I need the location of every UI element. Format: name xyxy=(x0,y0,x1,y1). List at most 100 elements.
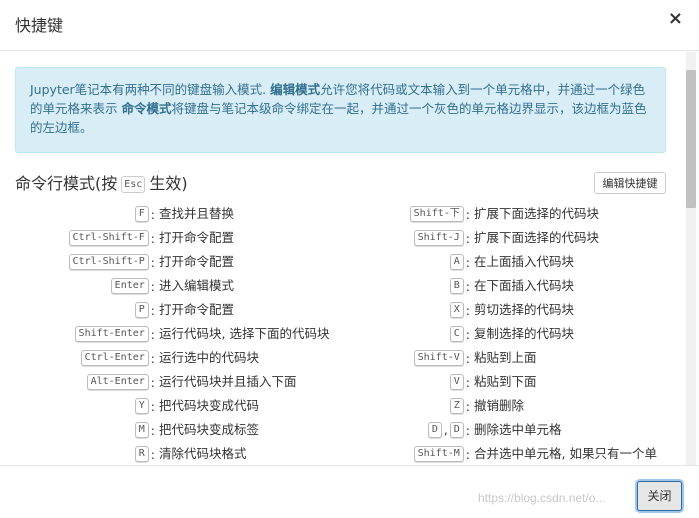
shortcut-keys: C: xyxy=(449,322,470,346)
dialog-title: 快捷键 xyxy=(15,16,64,35)
shortcut-row: Alt-Enter: 运行代码块并且插入下面 xyxy=(15,370,335,394)
shortcut-description: 查找并且替换 xyxy=(159,206,235,221)
shortcut-keys: D,D: xyxy=(427,418,470,442)
key-colon: : xyxy=(465,326,470,342)
shortcut-keys: A: xyxy=(449,250,470,274)
shortcut-row: X: 剪切选择的代码块 xyxy=(360,298,670,322)
shortcut-description: 把代码块变成代码 xyxy=(159,398,260,413)
info-edit-mode: 编辑模式 xyxy=(270,82,321,97)
shortcut-row: Ctrl-Shift-F: 打开命令配置 xyxy=(15,226,335,250)
shortcut-row: R: 清除代码块格式 xyxy=(15,442,335,465)
info-alert: Jupyter笔记本有两种不同的键盘输入模式. 编辑模式允许您将代码或文本输入到… xyxy=(15,67,666,153)
key-cap: C xyxy=(449,326,464,342)
key-cap: Ctrl-Shift-P xyxy=(68,254,149,270)
shortcut-row: Ctrl-Enter: 运行选中的代码块 xyxy=(15,346,335,370)
shortcut-keys: R: xyxy=(134,442,155,465)
shortcut-row: D, D: 删除选中单元格 xyxy=(360,418,670,442)
section-prefix: 命令行模式(按 xyxy=(15,174,118,193)
key-cap: Shift-V xyxy=(413,350,464,366)
section-title: 命令行模式(按 Esc 生效) xyxy=(15,170,188,194)
shortcut-description: 粘贴到下面 xyxy=(474,374,537,389)
shortcut-keys: Ctrl-Shift-F: xyxy=(68,226,155,250)
key-cap: Shift-下 xyxy=(409,206,464,222)
key-separator: , xyxy=(443,423,448,437)
key-colon: : xyxy=(150,230,155,246)
scrollbar-thumb[interactable] xyxy=(686,70,696,208)
command-shortcuts-right: Shift-下: 扩展下面选择的代码块 Shift-J: 扩展下面选择的代码块 A: 在上… xyxy=(360,202,670,465)
key-cap: Ctrl-Shift-F xyxy=(68,230,149,246)
key-colon: : xyxy=(150,326,155,342)
command-shortcuts-left: F: 查找并且替换 Ctrl-Shift-F: 打开命令配置 Ctrl-Shift-P:… xyxy=(15,202,335,465)
info-text-1: Jupyter笔记本有两种不同的键盘输入模式. xyxy=(30,82,271,97)
key-cap: D xyxy=(427,422,442,438)
key-colon: : xyxy=(150,206,155,222)
section-suffix: 生效) xyxy=(149,174,188,193)
shortcut-description: 在下面插入代码块 xyxy=(474,278,575,293)
shortcut-row: A: 在上面插入代码块 xyxy=(360,250,670,274)
key-cap: Alt-Enter xyxy=(86,374,149,390)
esc-key: Esc xyxy=(121,176,146,193)
shortcut-row: Shift-M: 合并选中单元格, 如果只有一个单 xyxy=(360,442,670,465)
shortcut-keys: Ctrl-Shift-P: xyxy=(68,250,155,274)
shortcut-description: 把代码块变成标签 xyxy=(159,422,260,437)
key-cap: M xyxy=(134,422,149,438)
key-colon: : xyxy=(465,374,470,390)
key-cap: Enter xyxy=(110,278,149,294)
key-colon: : xyxy=(465,206,470,222)
shortcut-row: V: 粘贴到下面 xyxy=(360,370,670,394)
shortcut-description: 运行代码块, 选择下面的代码块 xyxy=(159,326,330,341)
key-colon: : xyxy=(150,254,155,270)
shortcut-keys: M: xyxy=(134,418,155,442)
key-colon: : xyxy=(150,446,155,462)
key-colon: : xyxy=(465,446,470,462)
shortcut-description: 合并选中单元格, 如果只有一个单 xyxy=(474,446,657,461)
shortcut-row: Shift-下: 扩展下面选择的代码块 xyxy=(360,202,670,226)
key-cap: F xyxy=(134,206,149,222)
shortcut-keys: B: xyxy=(449,274,470,298)
shortcut-description: 扩展下面选择的代码块 xyxy=(474,230,600,245)
shortcut-description: 粘贴到上面 xyxy=(474,350,537,365)
key-colon: : xyxy=(465,350,470,366)
shortcut-keys: Z: xyxy=(449,394,470,418)
shortcut-row: P: 打开命令配置 xyxy=(15,298,335,322)
key-cap: Y xyxy=(134,398,149,414)
shortcut-description: 打开命令配置 xyxy=(159,230,235,245)
shortcut-description: 复制选择的代码块 xyxy=(474,326,575,341)
key-cap: Shift-M xyxy=(413,446,464,462)
shortcut-keys: Ctrl-Enter: xyxy=(80,346,155,370)
key-colon: : xyxy=(150,398,155,414)
shortcut-keys: Y: xyxy=(134,394,155,418)
shortcut-row: Shift-J: 扩展下面选择的代码块 xyxy=(360,226,670,250)
shortcut-description: 清除代码块格式 xyxy=(159,446,247,461)
shortcut-row: C: 复制选择的代码块 xyxy=(360,322,670,346)
edit-shortcuts-button[interactable]: 编辑快捷键 xyxy=(594,172,666,194)
shortcut-row: Y: 把代码块变成代码 xyxy=(15,394,335,418)
key-colon: : xyxy=(150,350,155,366)
shortcut-keys: Shift-下: xyxy=(409,202,470,226)
close-button[interactable]: 关闭 xyxy=(637,481,682,511)
key-cap: Shift-J xyxy=(413,230,464,246)
key-colon: : xyxy=(465,230,470,246)
key-colon: : xyxy=(465,254,470,270)
key-cap: X xyxy=(449,302,464,318)
key-colon: : xyxy=(150,422,155,438)
close-icon[interactable]: × xyxy=(668,10,683,28)
shortcut-keys: V: xyxy=(449,370,470,394)
key-colon: : xyxy=(150,302,155,318)
watermark: https://blog.csdn.net/o... xyxy=(478,491,606,505)
shortcut-row: M: 把代码块变成标签 xyxy=(15,418,335,442)
key-colon: : xyxy=(150,278,155,294)
key-colon: : xyxy=(465,302,470,318)
key-colon: : xyxy=(465,422,470,438)
shortcut-keys: X: xyxy=(449,298,470,322)
info-command-mode: 命令模式 xyxy=(121,101,172,116)
key-colon: : xyxy=(465,398,470,414)
shortcut-description: 运行代码块并且插入下面 xyxy=(159,374,297,389)
shortcut-description: 扩展下面选择的代码块 xyxy=(474,206,600,221)
key-cap: Shift-Enter xyxy=(74,326,149,342)
shortcut-description: 打开命令配置 xyxy=(159,302,235,317)
shortcut-row: Shift-V: 粘贴到上面 xyxy=(360,346,670,370)
shortcut-keys: P: xyxy=(134,298,155,322)
shortcut-description: 在上面插入代码块 xyxy=(474,254,575,269)
shortcut-description: 运行选中的代码块 xyxy=(159,350,260,365)
